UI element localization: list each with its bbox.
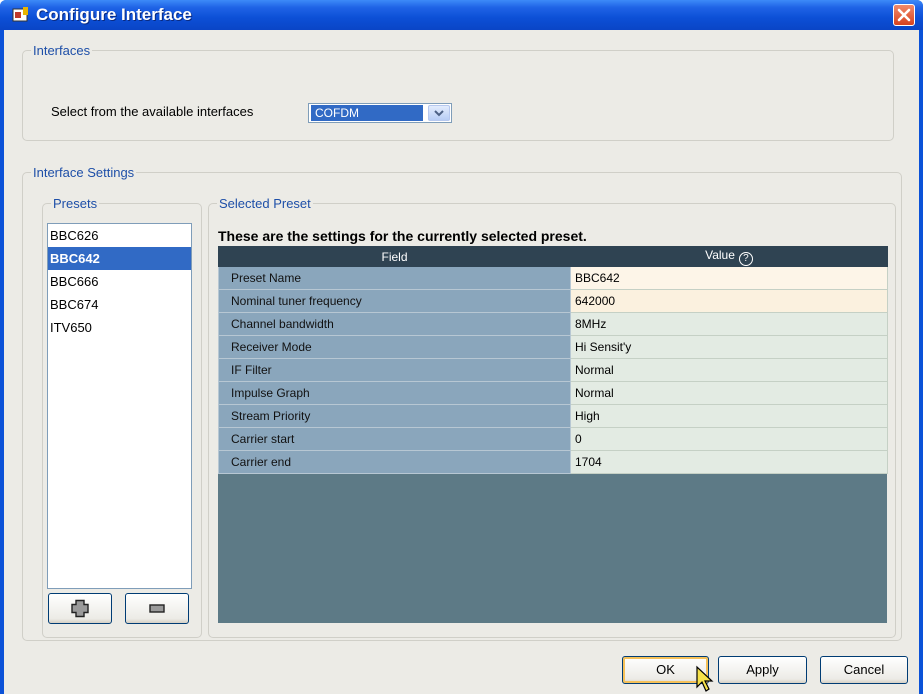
table-header-row: Field Value? xyxy=(218,246,888,267)
table-row: Impulse Graph Normal xyxy=(218,381,888,405)
plus-icon xyxy=(71,599,89,618)
column-header-value-label: Value xyxy=(705,247,735,262)
value-cell[interactable]: 1704 xyxy=(570,450,888,474)
app-icon xyxy=(12,7,28,22)
table-row: Carrier start 0 xyxy=(218,427,888,451)
apply-button[interactable]: Apply xyxy=(718,656,807,684)
field-cell: Stream Priority xyxy=(218,404,571,428)
table-row: Carrier end 1704 xyxy=(218,450,888,474)
help-icon[interactable]: ? xyxy=(738,251,753,266)
interfaces-legend: Interfaces xyxy=(33,43,91,58)
table-row: Channel bandwidth 8MHz xyxy=(218,312,888,336)
minus-icon xyxy=(149,604,165,613)
value-cell[interactable]: 642000 xyxy=(570,289,888,313)
preset-settings-table: Field Value? Preset Name BBC642 Nominal … xyxy=(218,246,888,474)
title-bar[interactable]: Configure Interface xyxy=(0,0,923,30)
preset-list-item[interactable]: BBC666 xyxy=(48,270,191,293)
presets-legend: Presets xyxy=(53,196,98,211)
configure-interface-window: Configure Interface Interfaces Select fr… xyxy=(0,0,923,694)
field-cell: Carrier start xyxy=(218,427,571,451)
table-row: Stream Priority High xyxy=(218,404,888,428)
value-cell[interactable]: Hi Sensit'y xyxy=(570,335,888,359)
remove-preset-button[interactable] xyxy=(125,593,189,624)
settings-heading: These are the settings for the currently… xyxy=(218,228,587,244)
field-cell: IF Filter xyxy=(218,358,571,382)
value-cell[interactable]: High xyxy=(570,404,888,428)
preset-list[interactable]: BBC626 BBC642 BBC666 BBC674 ITV650 xyxy=(47,223,192,589)
interface-dropdown-value: COFDM xyxy=(311,105,423,121)
preset-settings-table-area: Field Value? Preset Name BBC642 Nominal … xyxy=(218,246,888,623)
preset-list-item-selected[interactable]: BBC642 xyxy=(48,247,191,270)
preset-list-item[interactable]: BBC674 xyxy=(48,293,191,316)
selected-preset-legend: Selected Preset xyxy=(219,196,311,211)
chevron-down-icon xyxy=(434,110,444,117)
add-preset-button[interactable] xyxy=(48,593,112,624)
interface-dropdown[interactable]: COFDM xyxy=(308,103,452,123)
value-cell[interactable]: Normal xyxy=(570,381,888,405)
interface-settings-legend: Interface Settings xyxy=(33,165,135,180)
field-cell: Receiver Mode xyxy=(218,335,571,359)
field-cell: Carrier end xyxy=(218,450,571,474)
value-cell[interactable]: 0 xyxy=(570,427,888,451)
table-row: IF Filter Normal xyxy=(218,358,888,382)
interfaces-group: Interfaces xyxy=(22,43,894,141)
value-cell[interactable]: 8MHz xyxy=(570,312,888,336)
interface-select-label: Select from the available interfaces xyxy=(51,104,254,119)
value-cell[interactable]: Normal xyxy=(570,358,888,382)
preset-list-item[interactable]: BBC626 xyxy=(48,224,191,247)
field-cell: Channel bandwidth xyxy=(218,312,571,336)
dropdown-arrow-button[interactable] xyxy=(428,105,450,121)
close-icon xyxy=(897,8,911,22)
preset-list-item[interactable]: ITV650 xyxy=(48,316,191,339)
table-row: Receiver Mode Hi Sensit'y xyxy=(218,335,888,359)
cancel-button[interactable]: Cancel xyxy=(820,656,908,684)
field-cell: Preset Name xyxy=(218,266,571,290)
table-row: Preset Name BBC642 xyxy=(218,266,888,290)
field-cell: Impulse Graph xyxy=(218,381,571,405)
field-cell: Nominal tuner frequency xyxy=(218,289,571,313)
window-title: Configure Interface xyxy=(36,5,192,24)
column-header-field: Field xyxy=(218,246,571,267)
value-cell[interactable]: BBC642 xyxy=(570,266,888,290)
mouse-pointer-icon xyxy=(696,665,714,692)
close-button[interactable] xyxy=(893,4,915,26)
table-row: Nominal tuner frequency 642000 xyxy=(218,289,888,313)
column-header-value: Value? xyxy=(570,246,888,267)
